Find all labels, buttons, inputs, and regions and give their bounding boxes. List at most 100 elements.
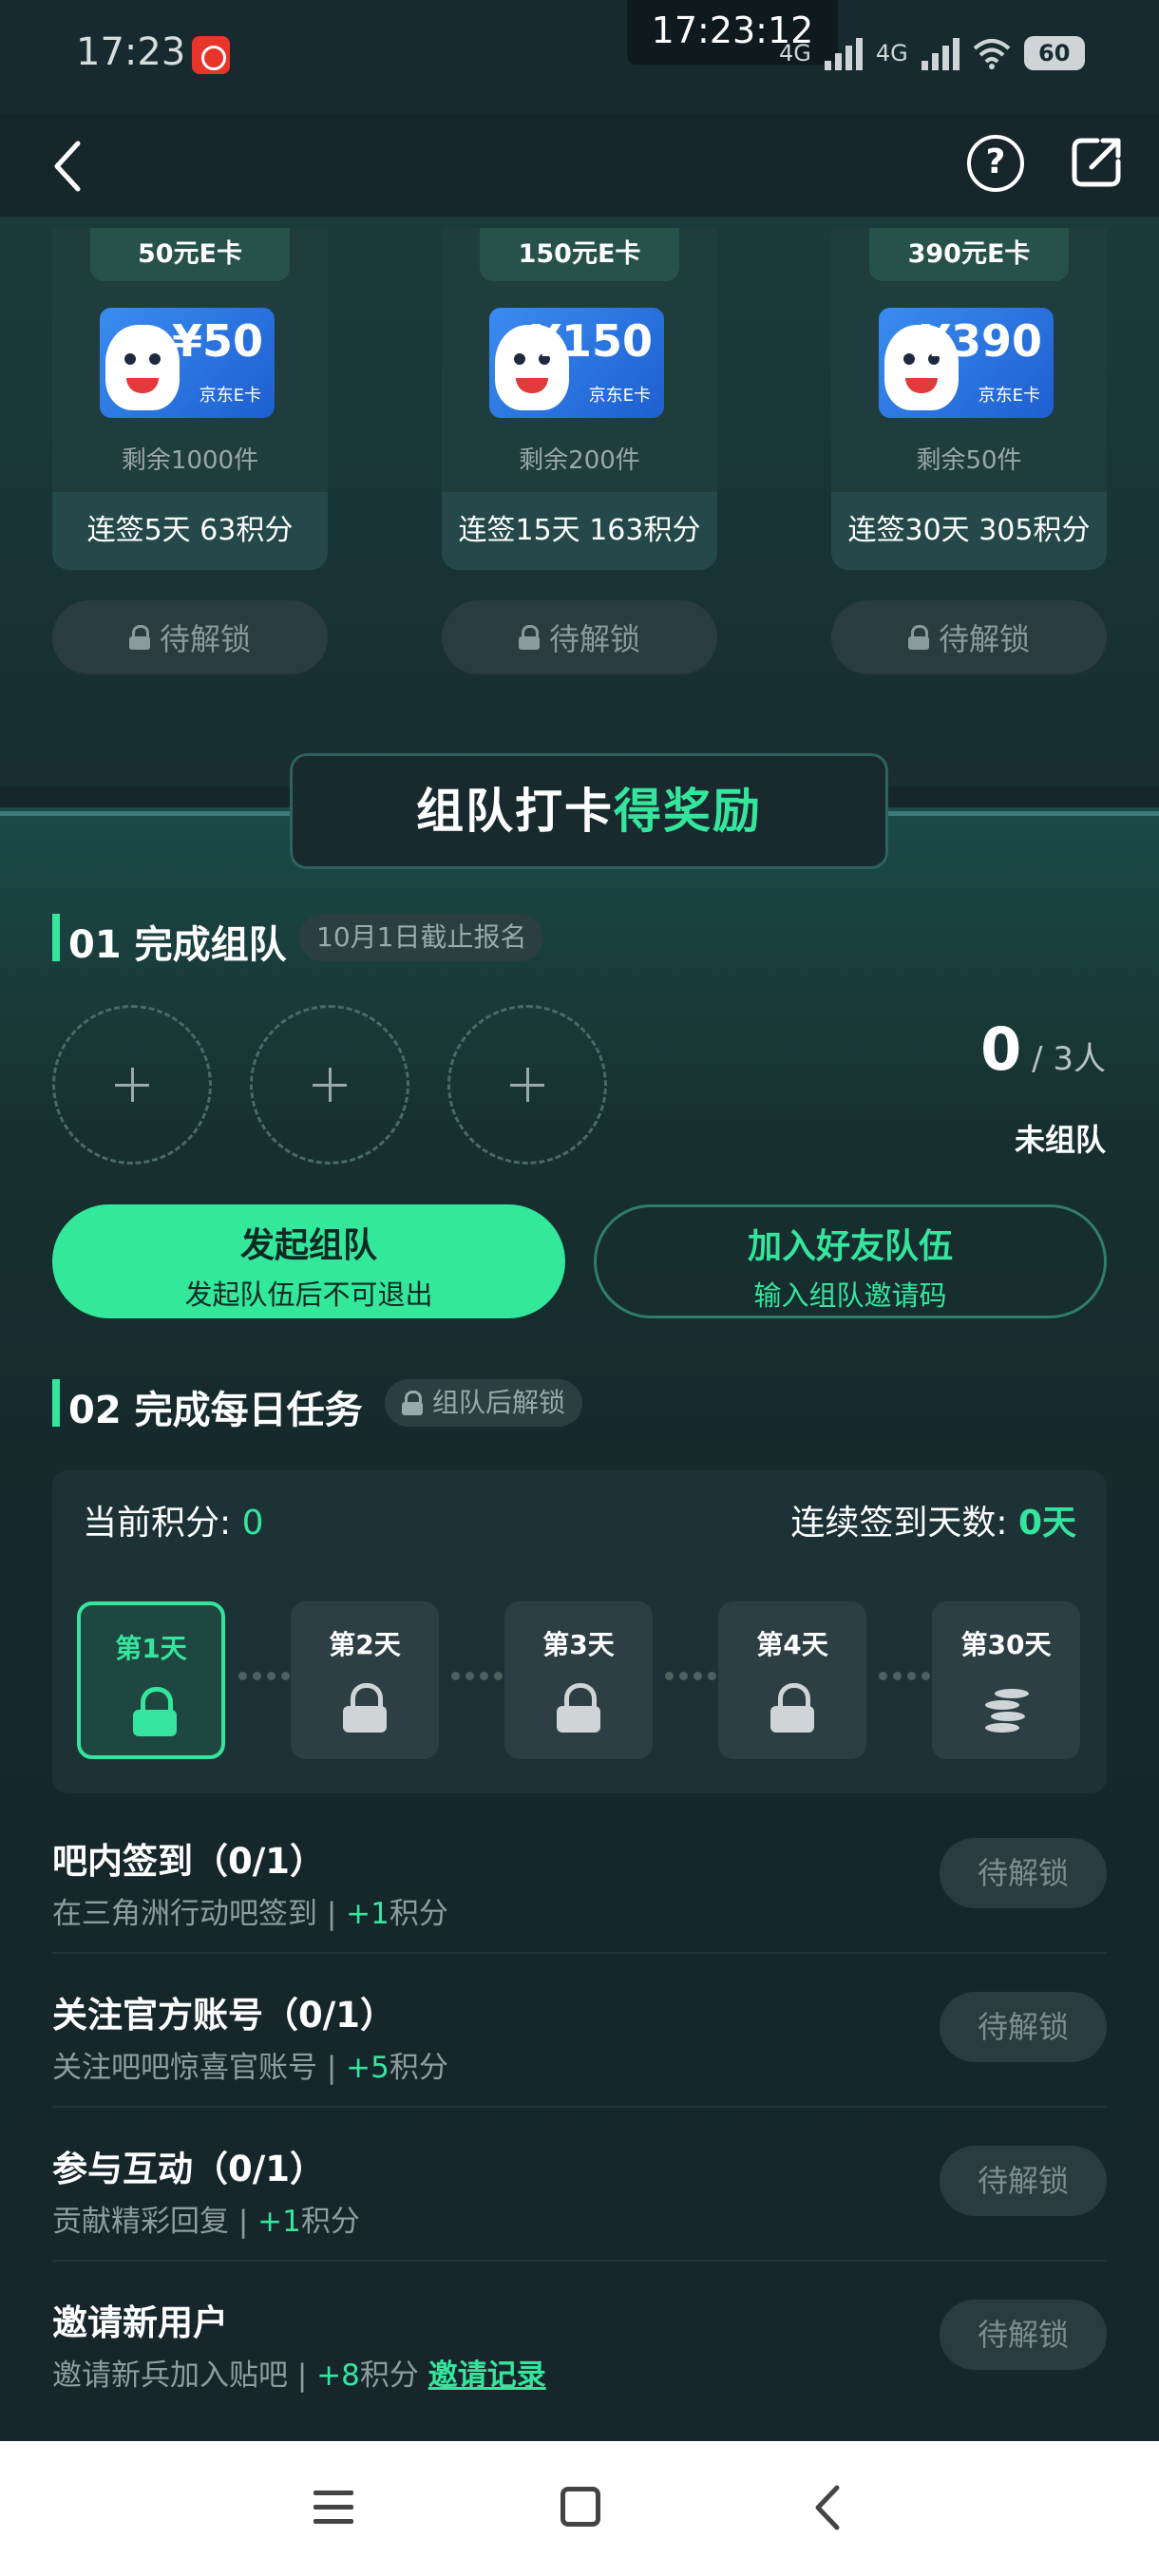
task-row-follow: 关注官方账号（0/1） 关注吧吧惊喜官账号 | +5积分 待解锁 [52,1954,1107,2108]
task-desc-text: 在三角洲行动吧签到 | [52,1897,347,1931]
lock-icon [343,1683,387,1733]
wifi-icon [973,39,1011,69]
join-team-button[interactable]: 加入好友队伍 输入组队邀请码 [594,1204,1107,1318]
jd-ecard-image: ¥390 京东E卡 [879,308,1054,418]
reward-unlock-label: 待解锁 [938,621,1030,657]
team-banner-title: 组队打卡得奖励 [290,753,888,869]
banner-title-main: 组队打卡 [416,784,614,839]
task-title: 邀请新用户 [52,2302,228,2343]
current-points: 当前积分: 0 [83,1495,263,1544]
status-time: 17:23 [76,30,186,74]
lock-icon [907,625,929,650]
reward-unlock-button-390[interactable]: 待解锁 [831,600,1107,674]
current-points-label: 当前积分: [83,1504,242,1543]
ecard-amount: ¥150 [530,315,653,367]
home-icon[interactable] [560,2487,600,2527]
task-desc-text: 关注吧吧惊喜官账号 | [52,2051,347,2085]
reward-unlock-label: 待解锁 [548,621,640,657]
day-box-3: 第3天 [504,1601,653,1759]
task-desc-text: 贡献精彩回复 | [52,2205,258,2239]
chevron-left-icon[interactable] [49,138,87,195]
reward-unlock-label: 待解锁 [159,621,251,657]
task-points-unit: 积分 [389,1897,448,1931]
jd-ecard-image: ¥50 京东E卡 [100,308,275,418]
dots-separator [238,1672,290,1680]
join-team-label: 加入好友队伍 [747,1227,953,1266]
join-team-sub: 输入组队邀请码 [753,1279,947,1312]
notification-app-icon [192,36,230,74]
lock-icon [402,1391,423,1415]
day-box-2: 第2天 [291,1601,439,1759]
current-points-value: 0 [241,1504,264,1543]
task-unlock-button[interactable]: 待解锁 [940,2146,1107,2216]
task-desc-text: 邀请新兵加入贴吧 | [52,2358,317,2393]
streak-panel: 当前积分: 0 连续签到天数: 0天 第1天 第2天 第3天 第4天 第30天 [52,1470,1107,1793]
create-team-label: 发起组队 [239,1226,377,1265]
reward-tag: 150元E卡 [480,228,679,281]
reward-remaining: 剩余50件 [916,446,1022,475]
create-team-button[interactable]: 发起组队 发起队伍后不可退出 [52,1204,565,1318]
task-desc: 邀请新兵加入贴吧 | +8积分 邀请记录 [52,2351,546,2394]
reward-card-390[interactable]: 390元E卡 ¥390 京东E卡 剩余50件 连签30天 305积分 [831,228,1107,570]
reward-tag: 390元E卡 [869,228,1069,281]
day-label: 第2天 [329,1629,401,1660]
reward-condition: 连签15天 163积分 [442,492,717,570]
step2-title: 02 完成每日任务 [68,1389,363,1432]
network-label-2: 4G [875,40,908,66]
network-label-1: 4G [779,40,811,66]
reward-remaining: 剩余200件 [519,446,640,475]
day-box-1: 第1天 [77,1601,225,1759]
menu-icon[interactable] [314,2491,353,2525]
dots-separator [665,1672,716,1680]
reward-tag: 50元E卡 [90,228,290,281]
invite-record-link[interactable]: 邀请记录 [428,2358,546,2393]
team-slot-1[interactable] [52,1005,212,1165]
reward-card-150[interactable]: 150元E卡 ¥150 京东E卡 剩余200件 连签15天 163积分 [442,228,717,570]
status-bar: 17:23 17:23:12 4G 4G 60 [0,0,1159,114]
dots-separator [451,1672,503,1680]
step2-unlock-chip: 组队后解锁 [385,1379,583,1427]
task-points-unit: 积分 [300,2205,360,2239]
step1-title: 01 完成组队 [68,923,287,967]
signal-icon [824,36,863,70]
task-title: 参与互动（0/1） [52,2149,326,2189]
team-status: 未组队 [1014,1122,1106,1158]
day-label: 第3天 [542,1629,615,1660]
reward-card-50[interactable]: 50元E卡 ¥50 京东E卡 剩余1000件 连签5天 63积分 [52,228,328,570]
question-circle-icon[interactable]: ? [967,135,1024,192]
ecard-amount: ¥390 [920,315,1042,367]
system-nav-bar [0,2441,1159,2576]
task-unlock-button[interactable]: 待解锁 [940,1992,1107,2062]
task-points-unit: 积分 [359,2358,428,2393]
coins-icon [979,1687,1033,1734]
team-slot-2[interactable] [250,1005,409,1165]
day-box-4: 第4天 [718,1601,866,1759]
section-marker [52,1379,60,1427]
reward-unlock-button-150[interactable]: 待解锁 [442,600,717,674]
task-unlock-button[interactable]: 待解锁 [940,2300,1107,2370]
task-desc: 关注吧吧惊喜官账号 | +5积分 [52,2043,448,2086]
lock-icon [518,625,540,650]
day-label: 第4天 [756,1629,828,1660]
day-label: 第30天 [960,1629,1052,1660]
task-desc: 贡献精彩回复 | +1积分 [52,2197,360,2240]
task-row-interact: 参与互动（0/1） 贡献精彩回复 | +1积分 待解锁 [52,2108,1107,2262]
task-points-unit: 积分 [389,2051,448,2085]
reward-unlock-button-50[interactable]: 待解锁 [52,600,328,674]
streak-days-value: 0天 [1017,1504,1076,1543]
divider-line-left [0,811,294,816]
share-icon[interactable] [1069,135,1124,190]
task-row-invite: 邀请新用户 邀请新兵加入贴吧 | +8积分 邀请记录 待解锁 [52,2262,1107,2415]
team-slot-3[interactable] [447,1005,607,1165]
task-unlock-button[interactable]: 待解锁 [940,1838,1107,1908]
task-points: +5 [346,2051,390,2085]
lock-icon [133,1687,177,1736]
step2-chip-label: 组队后解锁 [432,1387,566,1418]
battery-icon: 60 [1023,36,1085,70]
status-icons: 4G 4G 60 [779,36,1085,70]
day-label: 第1天 [115,1633,187,1664]
team-member-count: 0 / 3人 [980,1014,1106,1084]
lock-icon [128,625,150,650]
mascot-icon [105,325,180,410]
back-icon[interactable] [812,2484,843,2531]
